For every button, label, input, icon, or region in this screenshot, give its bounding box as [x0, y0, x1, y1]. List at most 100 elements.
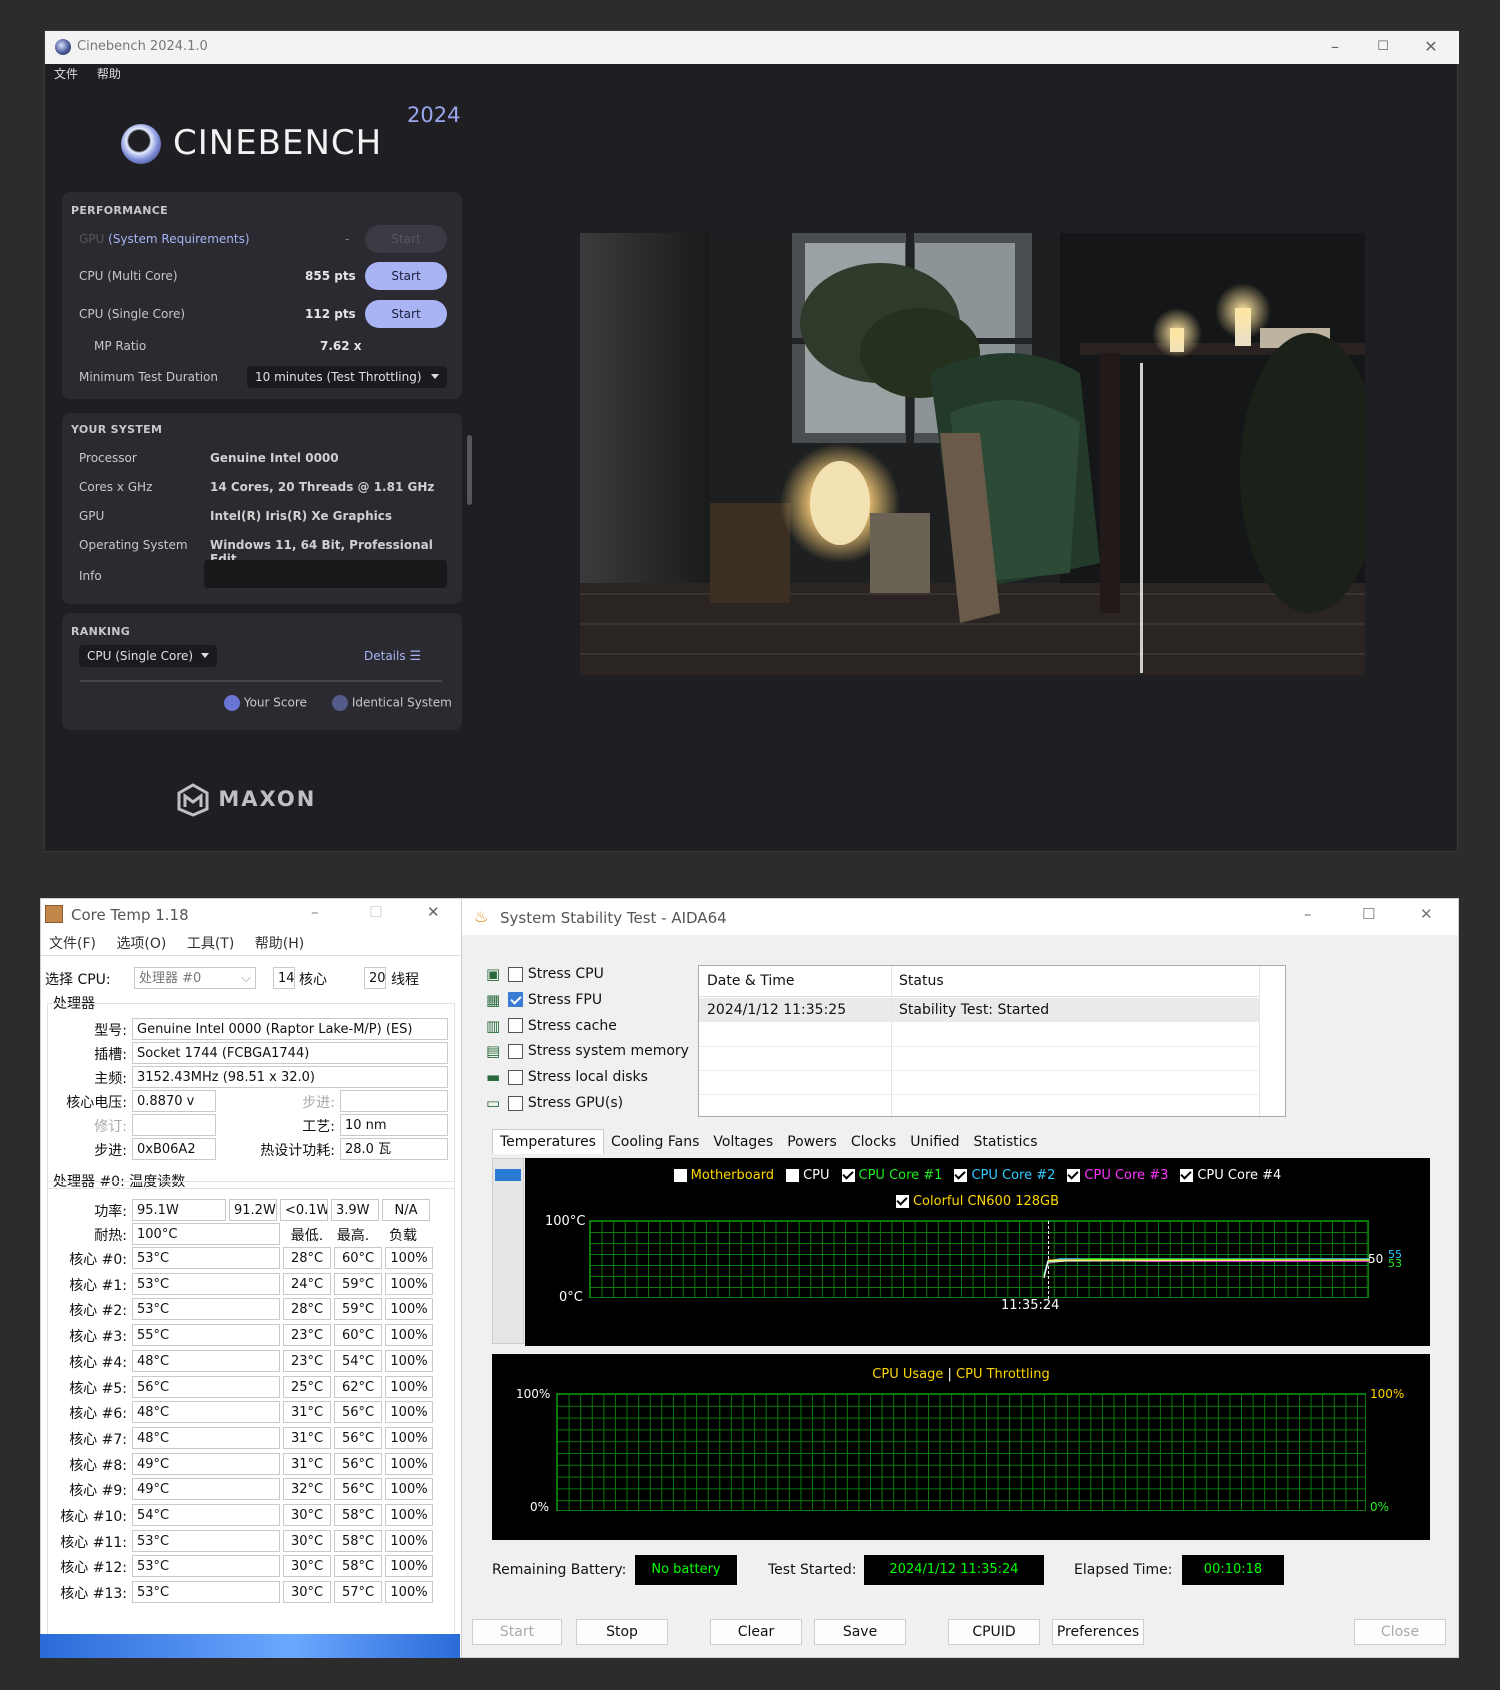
menu-file[interactable]: 文件: [54, 67, 78, 81]
core-temp: 49°C: [132, 1478, 280, 1501]
tab-cooling-fans[interactable]: Cooling Fans: [604, 1130, 706, 1154]
minimize-icon[interactable]: –: [1304, 905, 1312, 923]
legend-checkbox[interactable]: [786, 1169, 800, 1182]
maximize-icon[interactable]: ☐: [1371, 35, 1395, 59]
info-field[interactable]: [204, 560, 447, 588]
socket-value: Socket 1744 (FCBGA1744): [132, 1042, 448, 1064]
core-temp: 48°C: [132, 1401, 280, 1424]
log-header-status: Status: [899, 973, 944, 989]
stress-option[interactable]: ▣ Stress CPU: [486, 965, 696, 987]
core-label: 核心 #2:: [69, 1303, 127, 1320]
core-max: 59°C: [334, 1272, 382, 1295]
menu-file[interactable]: 文件(F): [49, 936, 96, 952]
minimize-icon[interactable]: –: [311, 903, 319, 921]
stress-checkbox[interactable]: [508, 1018, 524, 1034]
system-requirements-link[interactable]: (System Requirements): [108, 232, 249, 246]
cinebench-logo: CINEBENCH: [173, 123, 383, 163]
maxon-logo-icon: [177, 783, 209, 817]
stress-checkbox[interactable]: [508, 1069, 524, 1085]
stress-checkbox[interactable]: [508, 966, 524, 982]
core-load: 100%: [385, 1272, 433, 1295]
tab-powers[interactable]: Powers: [780, 1130, 844, 1154]
legend-item[interactable]: CPU Core #3: [1067, 1168, 1168, 1183]
minimize-icon[interactable]: –: [1323, 35, 1347, 59]
stress-option[interactable]: ▤ Stress system memory: [486, 1042, 696, 1064]
legend-label: CPU Core #2: [971, 1168, 1056, 1183]
stress-option[interactable]: ▥ Stress cache: [486, 1017, 696, 1039]
menu-bar: 文件 帮助: [45, 65, 127, 87]
clear-button[interactable]: Clear: [710, 1619, 802, 1645]
sidebar-scrollbar[interactable]: [467, 435, 472, 505]
usage-separator: |: [947, 1367, 952, 1382]
stress-checkbox[interactable]: [508, 1095, 524, 1111]
gpu-score: -: [345, 232, 350, 246]
details-link[interactable]: Details ☰: [364, 649, 421, 664]
core-min: 28°C: [283, 1298, 331, 1321]
legend-ssd-label: Colorful CN600 128GB: [912, 1194, 1060, 1209]
ranking-header: RANKING: [71, 625, 131, 638]
menu-tools[interactable]: 工具(T): [187, 936, 234, 952]
stepping-value-right: [340, 1090, 448, 1112]
legend-item[interactable]: Motherboard: [673, 1168, 774, 1183]
core-max: 58°C: [334, 1529, 382, 1552]
legend-checkbox[interactable]: [841, 1169, 855, 1182]
core-load: 100%: [385, 1349, 433, 1372]
coretemp-app-icon: [45, 905, 63, 923]
menu-help[interactable]: 帮助(H): [255, 936, 304, 952]
legend-checkbox[interactable]: [1180, 1169, 1194, 1182]
tab-temperatures[interactable]: Temperatures: [492, 1129, 604, 1154]
close-button[interactable]: Close: [1354, 1619, 1446, 1645]
chevron-down-icon: [201, 653, 209, 658]
coretemp-window: Core Temp 1.18 – ☐ ✕ 文件(F) 选项(O) 工具(T) 帮…: [40, 898, 462, 1658]
tab-unified[interactable]: Unified: [903, 1130, 966, 1154]
elapsed-label: Elapsed Time:: [1074, 1562, 1173, 1578]
legend-item[interactable]: CPU Core #1: [841, 1168, 942, 1183]
close-icon[interactable]: ✕: [427, 903, 440, 921]
core-max: 56°C: [334, 1478, 382, 1501]
aida64-window: ♨ System Stability Test - AIDA64 – ☐ ✕ ▣…: [461, 898, 1459, 1658]
menu-help[interactable]: 帮助: [97, 67, 121, 81]
legend-checkbox[interactable]: [673, 1169, 687, 1182]
close-icon[interactable]: ✕: [1419, 35, 1443, 59]
your-system-panel: YOUR SYSTEM Processor Genuine Intel 0000…: [62, 413, 462, 604]
core-row: 核心 #6: 48°C 31°C 56°C 100%: [41, 1401, 461, 1425]
cpu-select[interactable]: 处理器 #0 ⌵: [134, 967, 256, 989]
legend-item[interactable]: CPU Core #2: [954, 1168, 1055, 1183]
stress-option[interactable]: ▭ Stress GPU(s): [486, 1094, 696, 1116]
tjmax-value: 100°C: [132, 1223, 280, 1245]
core-max: 56°C: [334, 1401, 382, 1424]
gpu-start-button[interactable]: Start: [365, 225, 447, 253]
legend-item-ssd[interactable]: Colorful CN600 128GB: [525, 1194, 1430, 1209]
maximize-icon[interactable]: ☐: [369, 903, 382, 921]
tab-statistics[interactable]: Statistics: [967, 1130, 1045, 1154]
cpuid-button[interactable]: CPUID: [948, 1619, 1040, 1645]
legend-checkbox[interactable]: [954, 1169, 968, 1182]
stress-option[interactable]: ▦ Stress FPU: [486, 991, 696, 1013]
start-button[interactable]: Start: [472, 1619, 562, 1645]
graph-selector[interactable]: [495, 1169, 521, 1181]
maximize-icon[interactable]: ☐: [1362, 905, 1375, 923]
cpu-single-start-button[interactable]: Start: [365, 300, 447, 328]
tab-voltages[interactable]: Voltages: [706, 1130, 780, 1154]
close-icon[interactable]: ✕: [1420, 905, 1433, 923]
temperature-graph-panel: Motherboard CPU CPU Core #1 CPU Core #2 CPU …: [525, 1158, 1430, 1346]
stop-button[interactable]: Stop: [576, 1619, 668, 1645]
preferences-button[interactable]: Preferences: [1052, 1619, 1144, 1645]
core-temp: 53°C: [132, 1555, 280, 1578]
legend-item[interactable]: CPU: [786, 1168, 830, 1183]
min-duration-select[interactable]: 10 minutes (Test Throttling): [247, 366, 447, 388]
stress-option[interactable]: ▬ Stress local disks: [486, 1068, 696, 1090]
menu-options[interactable]: 选项(O): [116, 936, 166, 952]
ranking-select[interactable]: CPU (Single Core): [79, 645, 217, 667]
legend-item[interactable]: CPU Core #4: [1180, 1168, 1281, 1183]
stress-checkbox[interactable]: [508, 1043, 524, 1059]
col-min: 最低.: [290, 1228, 324, 1244]
tab-clocks[interactable]: Clocks: [844, 1130, 903, 1154]
temp-time-label: 11:35:24: [1001, 1298, 1060, 1313]
stress-checkbox[interactable]: [508, 992, 524, 1008]
save-button[interactable]: Save: [814, 1619, 906, 1645]
cpu-multi-start-button[interactable]: Start: [365, 262, 447, 290]
battery-label: Remaining Battery:: [492, 1562, 627, 1578]
legend-checkbox[interactable]: [1067, 1169, 1081, 1182]
checkbox-ssd[interactable]: [895, 1195, 909, 1208]
